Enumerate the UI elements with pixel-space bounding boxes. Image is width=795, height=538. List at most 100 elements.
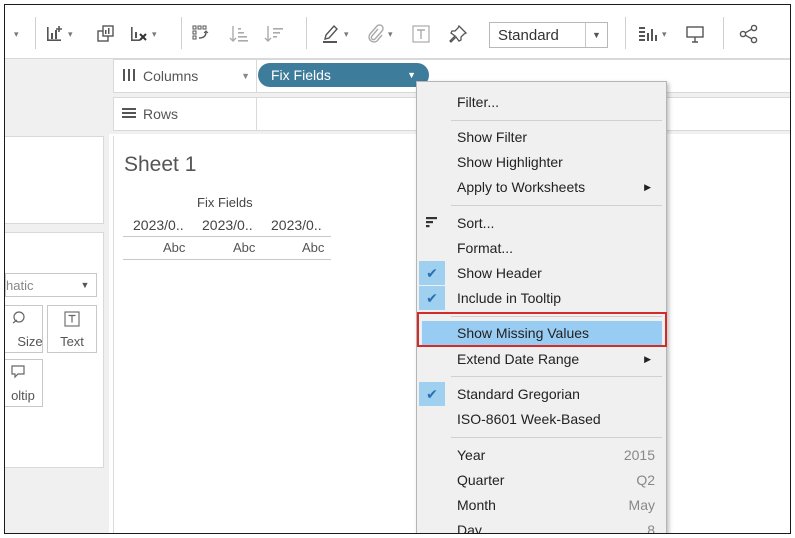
size-label: Size — [17, 334, 43, 349]
presentation-icon — [686, 26, 704, 43]
menu-item-label: Quarter — [457, 472, 505, 488]
menu-item-sort[interactable]: Sort... — [417, 211, 666, 235]
app-window: ▾ ▾ ▾ ▾ ▾ Standard ▼ ▾ hatic ▼ Size Text… — [4, 4, 791, 534]
share-icon — [739, 24, 758, 44]
chevron-down-icon[interactable]: ▼ — [407, 70, 416, 80]
checkmark-icon: ✔ — [419, 382, 445, 406]
menu-item-show-filter[interactable]: Show Filter — [417, 125, 666, 149]
show-me-icon — [639, 27, 657, 41]
redo-caret[interactable]: ▾ — [11, 21, 19, 47]
text-label-icon — [412, 25, 430, 43]
view-size-value: Standard — [498, 26, 559, 44]
menu-item-label: Month — [457, 497, 496, 513]
chevron-down-icon: ▼ — [585, 23, 607, 47]
menu-item-label: Day — [457, 522, 482, 534]
menu-item-year[interactable]: Year 2015 — [417, 443, 666, 467]
menu-item-iso-week[interactable]: ISO-8601 Week-Based — [417, 407, 666, 431]
cell-value[interactable]: Abc — [233, 240, 255, 255]
menu-item-standard-gregorian[interactable]: ✔ Standard Gregorian — [417, 382, 666, 406]
menu-item-example: 2015 — [623, 447, 655, 463]
highlight-button[interactable]: ▾ — [321, 21, 349, 47]
swap-rows-columns-icon — [192, 25, 209, 40]
submenu-arrow-icon: ▶ — [644, 181, 651, 192]
sort-ascending-button[interactable] — [229, 21, 249, 47]
new-worksheet-icon — [47, 26, 62, 41]
text-mark-button[interactable]: Text — [47, 305, 97, 353]
menu-item-quarter[interactable]: Quarter Q2 — [417, 468, 666, 492]
view-size-select[interactable]: Standard ▼ — [489, 22, 608, 48]
menu-item-label: Show Filter — [457, 129, 528, 145]
fix-fields-pill[interactable]: Fix Fields ▼ — [258, 63, 429, 87]
menu-item-label: Standard Gregorian — [457, 386, 580, 402]
submenu-arrow-icon: ▶ — [644, 353, 651, 364]
menu-item-label: Apply to Worksheets — [457, 179, 586, 195]
pushpin-icon — [449, 24, 468, 43]
tooltip-mark-button[interactable]: oltip — [5, 359, 43, 407]
clear-sheet-button[interactable]: ▾ — [129, 21, 157, 47]
menu-item-include-in-tooltip[interactable]: ✔ Include in Tooltip — [417, 286, 666, 310]
checkmark-icon: ✔ — [419, 261, 445, 285]
row-divider — [123, 259, 331, 260]
rows-shelf-label: Rows — [114, 98, 257, 130]
mark-type-value: hatic — [6, 277, 34, 293]
menu-item-example: May — [628, 497, 655, 513]
menu-item-month[interactable]: Month May — [417, 493, 666, 517]
menu-item-example: Q2 — [636, 472, 655, 488]
sort-icon — [426, 215, 438, 231]
filters-card — [5, 136, 104, 224]
sheet-title: Sheet 1 — [124, 153, 197, 176]
pill-label: Fix Fields — [271, 67, 331, 83]
field-header[interactable]: Fix Fields — [197, 195, 253, 210]
menu-item-show-highlighter[interactable]: Show Highlighter — [417, 150, 666, 174]
text-t-icon — [64, 311, 80, 330]
swap-button[interactable] — [191, 21, 211, 47]
marks-card: hatic ▼ Size Text oltip — [5, 232, 104, 468]
columns-shelf-label: Columns ▼ — [114, 60, 257, 92]
menu-item-show-header[interactable]: ✔ Show Header — [417, 261, 666, 285]
columns-icon — [122, 68, 136, 84]
sort-descending-button[interactable] — [264, 21, 284, 47]
menu-item-label: Include in Tooltip — [457, 290, 562, 306]
menu-item-label: Extend Date Range — [457, 351, 580, 367]
checkmark-icon: ✔ — [419, 286, 445, 310]
presentation-mode-button[interactable] — [685, 21, 705, 47]
menu-item-label: Filter... — [457, 94, 500, 110]
menu-item-apply-to-worksheets[interactable]: Apply to Worksheets ▶ — [417, 175, 666, 199]
menu-item-label: Format... — [457, 240, 514, 256]
chevron-down-icon: ▼ — [80, 280, 90, 290]
menu-item-label: Show Highlighter — [457, 154, 563, 170]
columns-label: Columns — [143, 68, 199, 84]
column-header[interactable]: 2023/0.. — [271, 217, 322, 233]
sort-ascending-icon — [229, 26, 248, 42]
column-header[interactable]: 2023/0.. — [133, 217, 184, 233]
tooltip-label: oltip — [11, 388, 35, 403]
show-mark-labels-button[interactable] — [411, 21, 431, 47]
menu-item-day[interactable]: Day 8 — [417, 518, 666, 534]
highlighter-pen-icon — [323, 24, 338, 43]
rows-icon — [122, 106, 136, 122]
column-header[interactable]: 2023/0.. — [202, 217, 253, 233]
menu-item-extend-date-range[interactable]: Extend Date Range ▶ — [417, 347, 666, 371]
tooltip-icon — [9, 363, 27, 384]
show-me-button[interactable]: ▾ — [637, 21, 667, 47]
new-worksheet-button[interactable]: ▾ — [45, 21, 73, 47]
group-members-button[interactable]: ▾ — [365, 21, 393, 47]
cell-value[interactable]: Abc — [163, 240, 185, 255]
size-icon — [9, 309, 27, 330]
fix-axes-button[interactable] — [448, 21, 468, 47]
menu-item-label: Show Header — [457, 265, 542, 281]
text-label: Text — [60, 334, 84, 349]
menu-item-filter[interactable]: Filter... — [417, 90, 666, 114]
menu-item-format[interactable]: Format... — [417, 236, 666, 260]
menu-item-example: 8 — [647, 522, 655, 534]
size-mark-button[interactable]: Size — [5, 305, 43, 353]
sort-descending-icon — [264, 26, 283, 42]
mark-type-select[interactable]: hatic ▼ — [5, 273, 97, 297]
rows-label: Rows — [143, 106, 179, 122]
duplicate-sheet-button[interactable] — [96, 21, 116, 47]
header-divider — [123, 236, 331, 237]
share-button[interactable] — [739, 21, 759, 47]
menu-item-label: Year — [457, 447, 486, 463]
menu-item-label: Sort... — [457, 215, 495, 231]
cell-value[interactable]: Abc — [302, 240, 324, 255]
